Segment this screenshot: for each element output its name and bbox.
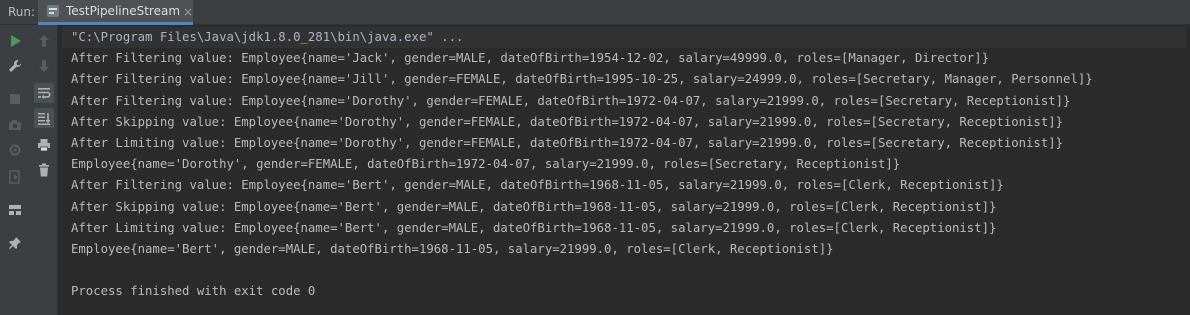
run-label: Run: <box>8 5 36 19</box>
dump-threads-button[interactable] <box>5 115 25 135</box>
console-line: After Limiting value: Employee{name='Dor… <box>71 135 1064 150</box>
run-toolbar-right <box>30 25 58 315</box>
tab-title: TestPipelineStream <box>66 4 181 18</box>
exit-icon <box>9 170 20 184</box>
settings-icon <box>9 144 21 156</box>
scroll-to-end-icon <box>38 113 51 125</box>
soft-wrap-icon <box>38 88 51 99</box>
console-line: After Filtering value: Employee{name='Ji… <box>71 72 1093 87</box>
camera-icon <box>9 120 21 130</box>
layout-icon <box>9 205 21 215</box>
command-line: "C:\Program Files\Java\jdk1.8.0_281\bin\… <box>62 27 1186 49</box>
run-tool-window-header: Run: TestPipelineStream × <box>0 0 1190 25</box>
clear-all-button[interactable] <box>34 160 54 180</box>
run-icon <box>11 35 21 47</box>
console-line: After Limiting value: Employee{name='Ber… <box>71 220 997 235</box>
run-config-icon <box>47 5 59 17</box>
print-button[interactable] <box>34 135 54 155</box>
console-line: Employee{name='Bert', gender=MALE, dateO… <box>71 241 834 256</box>
close-icon[interactable]: × <box>183 5 193 19</box>
console-line: After Skipping value: Employee{name='Dor… <box>71 114 1064 129</box>
run-toolbar-left <box>0 25 30 315</box>
layout-button[interactable] <box>5 200 25 220</box>
console-line: After Skipping value: Employee{name='Ber… <box>71 199 997 214</box>
console-output[interactable]: "C:\Program Files\Java\jdk1.8.0_281\bin\… <box>62 25 1186 315</box>
scroll-to-end-button[interactable] <box>34 108 54 128</box>
console-line: Employee{name='Dorothy', gender=FEMALE, … <box>71 157 901 172</box>
exit-button[interactable] <box>5 167 25 187</box>
up-arrow-icon <box>39 35 49 47</box>
console-line: After Filtering value: Employee{name='Do… <box>71 93 1071 108</box>
stop-icon <box>10 94 20 104</box>
wrench-icon <box>9 60 21 72</box>
exit-message: Process finished with exit code 0 <box>71 284 316 299</box>
soft-wrap-button[interactable] <box>34 83 54 103</box>
stop-button[interactable] <box>5 89 25 109</box>
console-line: After Filtering value: Employee{name='Ja… <box>71 51 990 66</box>
next-occurrence-button[interactable] <box>34 56 54 76</box>
console-line: After Filtering value: Employee{name='Be… <box>71 178 1004 193</box>
edit-configuration-button[interactable] <box>5 56 25 76</box>
pin-icon <box>9 237 21 249</box>
restore-layout-button[interactable] <box>5 140 25 160</box>
run-button[interactable] <box>5 31 25 51</box>
pin-tab-button[interactable] <box>5 233 25 253</box>
down-arrow-icon <box>39 60 49 72</box>
previous-occurrence-button[interactable] <box>34 31 54 51</box>
print-icon <box>38 139 50 152</box>
trash-icon <box>39 163 49 177</box>
tab-test-pipeline-stream[interactable]: TestPipelineStream × <box>38 0 193 25</box>
